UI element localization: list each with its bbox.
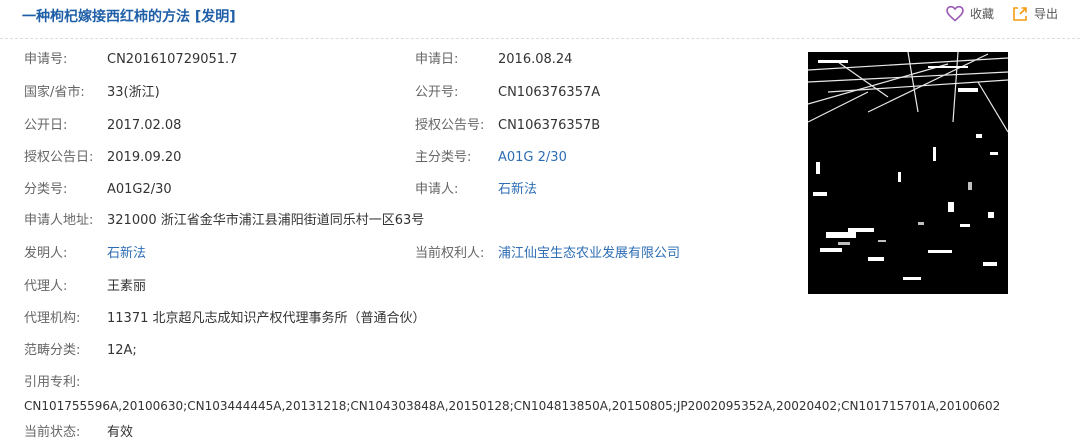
header: 一种枸杞嫁接西红柿的方法 [发明] 收藏 导出 — [0, 0, 1080, 39]
field-label: 当前状态: — [24, 425, 81, 440]
inventor-link[interactable]: 石新法 — [107, 245, 146, 263]
field-value: 12A; — [107, 343, 137, 358]
field-label: 分类号: — [24, 182, 68, 197]
applicant-link[interactable]: 石新法 — [498, 181, 537, 199]
field-label: 公开日: — [24, 118, 68, 133]
field-value: 11371 北京超凡志成知识产权代理事务所（普通合伙） — [107, 311, 426, 326]
current-owner-link[interactable]: 浦江仙宝生态农业发展有限公司 — [498, 245, 680, 263]
heart-icon — [946, 5, 964, 22]
field-label: 公开号: — [415, 85, 459, 100]
field-value: CN201610729051.7 — [107, 52, 238, 67]
field-label: 当前权利人: — [415, 246, 485, 261]
main-classification-link[interactable]: A01G 2/30 — [498, 149, 567, 167]
field-value: CN106376357A — [498, 85, 601, 100]
field-label: 申请人地址: — [24, 213, 94, 228]
field-label: 授权公告号: — [415, 118, 485, 133]
field-label: 代理人: — [24, 279, 68, 294]
field-value: A01G2/30 — [107, 182, 172, 197]
field-label: 范畴分类: — [24, 343, 81, 358]
field-value: 有效 — [107, 425, 134, 440]
export-button[interactable]: 导出 — [1012, 5, 1058, 22]
field-label: 主分类号: — [415, 150, 472, 165]
field-label: 发明人: — [24, 246, 68, 261]
citations-value: CN101755596A,20100630;CN103444445A,20131… — [24, 399, 1001, 413]
export-icon — [1012, 6, 1028, 22]
patent-figure-image — [808, 52, 1008, 294]
field-value: 王素丽 — [107, 279, 147, 294]
field-value: 33(浙江) — [107, 85, 160, 100]
favorite-button[interactable]: 收藏 — [946, 5, 994, 22]
field-value: 2019.09.20 — [107, 150, 182, 165]
field-label: 国家/省市: — [24, 85, 85, 100]
field-label: 代理机构: — [24, 311, 81, 326]
citations-label: 引用专利: — [24, 374, 80, 392]
favorite-label: 收藏 — [969, 7, 994, 21]
field-label: 申请日: — [415, 52, 459, 67]
header-actions: 收藏 导出 — [946, 5, 1058, 22]
export-label: 导出 — [1033, 7, 1058, 21]
field-value: CN106376357B — [498, 118, 601, 133]
field-label: 授权公告日: — [24, 150, 94, 165]
field-value: 2016.08.24 — [498, 52, 573, 67]
patent-title: 一种枸杞嫁接西红柿的方法 [发明] — [22, 9, 236, 25]
field-value: 321000 浙江省金华市浦江县浦阳街道同乐村一区63号 — [107, 213, 425, 228]
field-label: 申请人: — [415, 182, 459, 197]
field-label: 申请号: — [24, 52, 68, 67]
field-value: 2017.02.08 — [107, 118, 182, 133]
field-label: 引用专利: — [24, 375, 81, 390]
